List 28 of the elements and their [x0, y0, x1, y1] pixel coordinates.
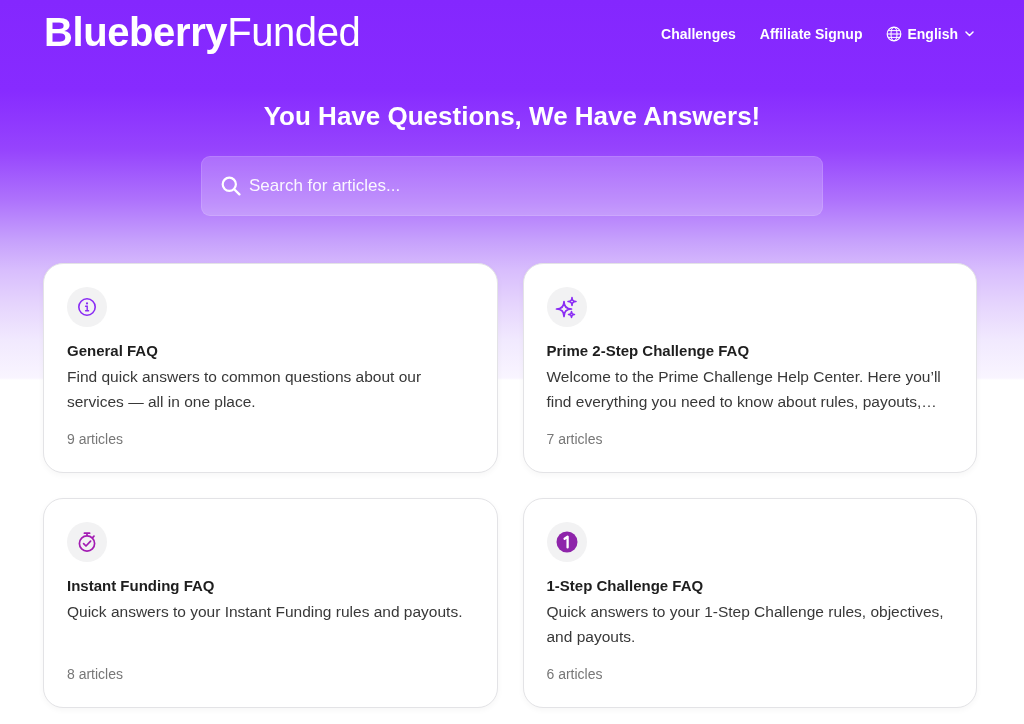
logo[interactable]: BlueberryFunded	[44, 9, 361, 55]
article-count: 6 articles	[546, 665, 604, 684]
article-count: 8 articles	[67, 665, 125, 684]
search-icon	[221, 176, 241, 196]
card-title: General FAQ	[67, 341, 159, 361]
faq-category-card[interactable]: General FAQ Find quick answers to common questions about our services — all in one place. 9 articles	[43, 263, 498, 473]
card-description: Welcome to the Prime Challenge Help Center. Here you’ll find everything you need to know about rules, payouts,…	[546, 367, 942, 412]
number-one-icon	[546, 522, 587, 562]
language-selector[interactable]: English	[886, 26, 974, 42]
sparkles-icon	[546, 287, 587, 327]
faq-category-card[interactable]: 1-Step Challenge FAQ Quick answers to your 1-Step Challenge rules, objectives, and payouts. 6 articles	[522, 498, 977, 708]
nav-link[interactable]: Challenges	[661, 26, 736, 42]
card-title: Prime 2-Step Challenge FAQ	[546, 341, 751, 361]
card-title: Instant Funding FAQ	[67, 576, 216, 596]
card-description: Quick answers to your 1-Step Challenge rules, objectives, and payouts.	[546, 602, 945, 647]
article-count: 7 articles	[546, 430, 604, 449]
chevron-down-icon	[965, 31, 974, 37]
info-icon	[67, 287, 107, 327]
article-count: 9 articles	[67, 430, 125, 449]
page-heading: You Have Questions, We Have Answers!	[262, 100, 762, 133]
faq-category-card[interactable]: Prime 2-Step Challenge FAQ Welcome to the Prime Challenge Help Center. Here you’ll find everything you need to know about rules, payouts,… 7 articles	[522, 263, 977, 473]
stopwatch-icon	[67, 522, 107, 562]
globe-icon	[886, 26, 903, 42]
card-description: Find quick answers to common questions about our services — all in one place.	[67, 367, 423, 412]
card-title: 1-Step Challenge FAQ	[546, 576, 705, 596]
nav-link[interactable]: Affiliate Signup	[759, 26, 863, 42]
card-description: Quick answers to your Instant Funding rules and payouts.	[67, 602, 464, 622]
faq-category-card[interactable]: Instant Funding FAQ Quick answers to your Instant Funding rules and payouts. 8 articles	[43, 498, 498, 708]
